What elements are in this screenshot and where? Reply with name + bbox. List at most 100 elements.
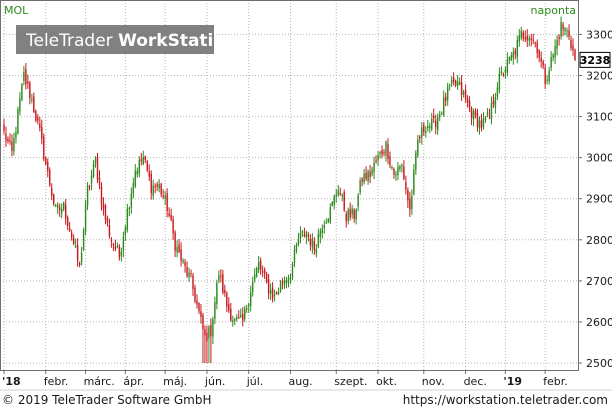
candle-down[interactable] — [349, 202, 351, 221]
candle-up[interactable] — [323, 220, 326, 234]
candle-up[interactable] — [395, 170, 397, 181]
candle-up[interactable] — [21, 83, 23, 102]
candle-up[interactable] — [377, 151, 379, 167]
candle-up[interactable] — [132, 177, 135, 199]
candle-up[interactable] — [19, 92, 21, 116]
candle-up[interactable] — [520, 26, 523, 41]
candle-up[interactable] — [448, 83, 451, 91]
candle-up[interactable] — [234, 317, 236, 326]
candle-down[interactable] — [464, 84, 467, 104]
candle-up[interactable] — [279, 280, 282, 293]
candle-down[interactable] — [112, 242, 115, 252]
candle-up[interactable] — [337, 185, 339, 198]
candle-up[interactable] — [247, 302, 250, 313]
candle-down[interactable] — [178, 239, 180, 254]
candle-down[interactable] — [35, 109, 37, 123]
candle-down[interactable] — [51, 183, 53, 201]
candle-down[interactable] — [532, 33, 534, 45]
candle-up[interactable] — [446, 82, 449, 106]
candle-down[interactable] — [242, 307, 244, 327]
candle-down[interactable] — [468, 96, 471, 112]
candle-down[interactable] — [39, 116, 41, 132]
candle-down[interactable] — [540, 51, 542, 68]
candle-down[interactable] — [70, 229, 73, 241]
candle-down[interactable] — [64, 199, 67, 225]
candle-up[interactable] — [566, 27, 568, 38]
candle-up[interactable] — [413, 164, 415, 196]
candle-down[interactable] — [474, 108, 477, 119]
candle-down[interactable] — [100, 182, 103, 211]
candle-down[interactable] — [409, 191, 411, 217]
candle-up[interactable] — [373, 156, 375, 180]
candle-up[interactable] — [285, 276, 288, 289]
candle-down[interactable] — [110, 237, 113, 248]
candle-up[interactable] — [80, 246, 83, 266]
candle-up[interactable] — [325, 218, 328, 224]
candle-down[interactable] — [220, 269, 222, 283]
candle-down[interactable] — [154, 183, 156, 194]
candle-down[interactable] — [118, 244, 121, 261]
candle-down[interactable] — [180, 242, 182, 267]
candle-down[interactable] — [502, 72, 505, 78]
candle-down[interactable] — [259, 257, 262, 275]
candle-down[interactable] — [172, 215, 174, 240]
candle-down[interactable] — [3, 118, 5, 135]
candle-up[interactable] — [255, 266, 258, 278]
candle-up[interactable] — [134, 164, 137, 189]
candle-down[interactable] — [558, 34, 560, 46]
candle-up[interactable] — [472, 108, 475, 127]
candle-up[interactable] — [291, 261, 294, 281]
candle-up[interactable] — [240, 308, 242, 319]
candle-up[interactable] — [397, 162, 399, 181]
candle-up[interactable] — [355, 208, 357, 225]
candle-up[interactable] — [138, 156, 141, 178]
candle-down[interactable] — [144, 155, 146, 164]
candle-up[interactable] — [552, 53, 554, 62]
candle-down[interactable] — [307, 232, 310, 242]
candle-down[interactable] — [37, 113, 39, 125]
candle-down[interactable] — [568, 24, 570, 41]
candle-up[interactable] — [518, 29, 521, 47]
candle-down[interactable] — [526, 29, 528, 47]
candle-down[interactable] — [140, 153, 142, 166]
candle-up[interactable] — [122, 231, 125, 258]
candle-up[interactable] — [92, 160, 95, 179]
candle-up[interactable] — [301, 229, 304, 237]
candle-up[interactable] — [293, 244, 296, 268]
candle-down[interactable] — [267, 273, 270, 300]
candle-up[interactable] — [126, 203, 129, 233]
candlestick-series[interactable] — [3, 16, 576, 363]
candle-up[interactable] — [429, 122, 431, 134]
candle-down[interactable] — [343, 189, 345, 212]
candle-up[interactable] — [359, 177, 361, 196]
candle-up[interactable] — [516, 35, 519, 64]
candle-down[interactable] — [102, 197, 105, 216]
candle-up[interactable] — [31, 93, 33, 104]
candle-down[interactable] — [534, 41, 536, 48]
candle-down[interactable] — [76, 238, 79, 267]
candle-up[interactable] — [60, 203, 63, 219]
candle-up[interactable] — [13, 132, 15, 156]
candle-down[interactable] — [27, 74, 29, 89]
candle-down[interactable] — [9, 133, 11, 145]
candle-up[interactable] — [277, 287, 280, 296]
candle-up[interactable] — [379, 151, 381, 159]
candle-up[interactable] — [305, 230, 308, 245]
candle-up[interactable] — [347, 207, 349, 225]
candle-up[interactable] — [15, 126, 17, 144]
candle-down[interactable] — [383, 149, 385, 157]
candle-down[interactable] — [466, 95, 469, 108]
candle-up[interactable] — [363, 168, 365, 185]
candle-down[interactable] — [168, 207, 170, 218]
candle-down[interactable] — [514, 47, 517, 60]
candle-up[interactable] — [450, 76, 453, 88]
candle-up[interactable] — [371, 166, 373, 177]
candle-up[interactable] — [90, 169, 93, 191]
candle-up[interactable] — [411, 189, 413, 215]
candle-up[interactable] — [496, 82, 499, 101]
candle-up[interactable] — [315, 244, 318, 258]
candle-up[interactable] — [486, 108, 489, 118]
candle-down[interactable] — [452, 72, 455, 86]
candle-up[interactable] — [478, 116, 481, 135]
candle-up[interactable] — [176, 240, 178, 258]
